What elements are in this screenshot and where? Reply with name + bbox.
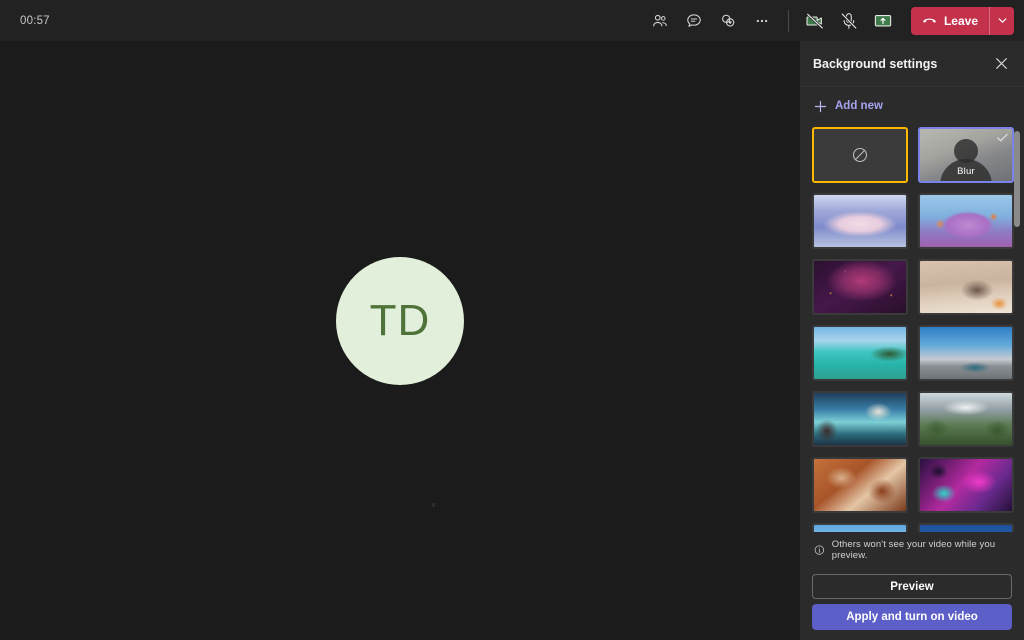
background-tropical[interactable] bbox=[812, 325, 908, 381]
background-cliffs[interactable] bbox=[812, 391, 908, 447]
background-cartoon[interactable] bbox=[918, 193, 1014, 249]
plus-icon bbox=[813, 99, 828, 114]
reactions-button[interactable] bbox=[711, 5, 745, 37]
toolbar-divider bbox=[788, 10, 789, 32]
panel-title: Background settings bbox=[813, 57, 937, 71]
camera-toggle-button[interactable] bbox=[798, 5, 832, 37]
thumbnail-art bbox=[814, 459, 906, 511]
toolbar-actions: Leave bbox=[643, 0, 1024, 41]
microphone-toggle-button[interactable] bbox=[832, 5, 866, 37]
close-icon bbox=[995, 57, 1008, 70]
background-settings-panel: Background settings Add new Blur bbox=[800, 41, 1024, 640]
thumbnail-art bbox=[814, 525, 906, 532]
background-blur[interactable]: Blur bbox=[918, 127, 1014, 183]
background-gallery: Blur bbox=[800, 125, 1024, 532]
thumbnail-art bbox=[920, 525, 1012, 532]
share-screen-icon bbox=[873, 11, 893, 31]
thumbnail-art bbox=[814, 195, 906, 247]
gallery-scrollbar[interactable] bbox=[1014, 131, 1020, 227]
leave-button[interactable]: Leave bbox=[911, 7, 1014, 35]
blur-label: Blur bbox=[957, 166, 975, 177]
background-blue-sky[interactable] bbox=[918, 523, 1014, 532]
background-blue-beach[interactable] bbox=[918, 325, 1014, 381]
thumbnail-art bbox=[920, 261, 1012, 313]
microphone-off-icon bbox=[839, 11, 859, 31]
background-mountains[interactable] bbox=[918, 391, 1014, 447]
meeting-toolbar: 00:57 bbox=[0, 0, 1024, 41]
video-stage: TD bbox=[0, 41, 800, 640]
background-none[interactable] bbox=[812, 127, 908, 183]
preview-button[interactable]: Preview bbox=[812, 574, 1012, 599]
background-cozy-room[interactable] bbox=[918, 259, 1014, 315]
thumbnail-art bbox=[814, 261, 906, 313]
thumbnail-art bbox=[814, 327, 906, 379]
stage-artifact-dot bbox=[432, 503, 435, 507]
background-canyon[interactable] bbox=[812, 457, 908, 513]
camera-off-icon bbox=[805, 11, 825, 31]
thumbnail-art bbox=[920, 459, 1012, 511]
background-winter[interactable] bbox=[812, 193, 908, 249]
no-background-icon bbox=[814, 129, 906, 181]
leave-dropdown-button[interactable] bbox=[990, 7, 1014, 35]
more-options-icon bbox=[753, 12, 771, 30]
hang-up-icon bbox=[921, 12, 938, 29]
background-gallery-wrap: Blur bbox=[800, 125, 1024, 532]
selected-check-icon bbox=[995, 130, 1010, 150]
apply-and-turn-on-video-button[interactable]: Apply and turn on video bbox=[812, 604, 1012, 630]
panel-footer: Others won't see your video while you pr… bbox=[800, 532, 1024, 640]
thumbnail-art bbox=[814, 393, 906, 445]
thumbnail-art bbox=[920, 327, 1012, 379]
avatar: TD bbox=[336, 257, 464, 385]
chat-icon bbox=[685, 12, 703, 30]
preview-notice: Others won't see your video while you pr… bbox=[812, 532, 1012, 569]
add-new-button[interactable]: Add new bbox=[811, 96, 889, 117]
add-new-label: Add new bbox=[835, 100, 883, 112]
leave-button-label: Leave bbox=[944, 14, 978, 28]
people-button[interactable] bbox=[643, 5, 677, 37]
panel-header: Background settings bbox=[800, 41, 1024, 87]
reactions-icon bbox=[719, 12, 737, 30]
more-options-button[interactable] bbox=[745, 5, 779, 37]
thumbnail-art bbox=[920, 195, 1012, 247]
preview-notice-text: Others won't see your video while you pr… bbox=[832, 539, 1012, 561]
meeting-timer: 00:57 bbox=[20, 15, 50, 27]
share-screen-button[interactable] bbox=[866, 5, 900, 37]
thumbnail-art bbox=[920, 393, 1012, 445]
close-panel-button[interactable] bbox=[988, 51, 1014, 77]
info-icon bbox=[814, 544, 825, 556]
add-new-row: Add new bbox=[800, 87, 1024, 125]
teams-meeting-window: 00:57 bbox=[0, 0, 1024, 640]
chevron-down-icon bbox=[997, 15, 1008, 26]
people-icon bbox=[651, 12, 669, 30]
leave-button-main[interactable]: Leave bbox=[911, 7, 989, 35]
avatar-initials: TD bbox=[370, 296, 431, 346]
background-nebula[interactable] bbox=[918, 457, 1014, 513]
chat-button[interactable] bbox=[677, 5, 711, 37]
background-confetti[interactable] bbox=[812, 259, 908, 315]
background-sky-bridge[interactable] bbox=[812, 523, 908, 532]
